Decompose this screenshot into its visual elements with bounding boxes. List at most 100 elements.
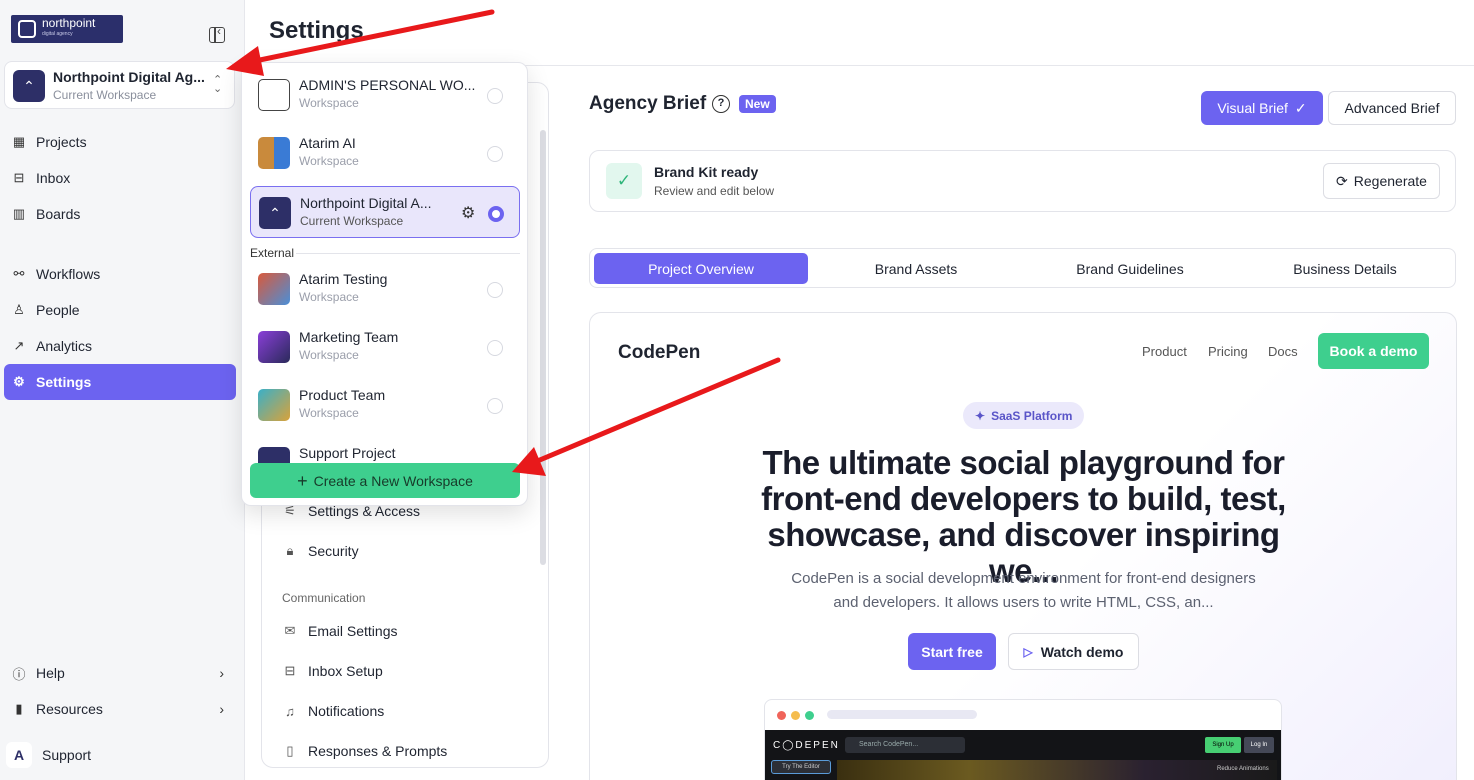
regenerate-label: Regenerate [1353,173,1427,189]
sidebar-item-label: Resources [36,701,103,717]
workspace-radio[interactable] [487,398,503,414]
tab-brand-assets[interactable]: Brand Assets [809,253,1023,284]
northpoint-logo[interactable]: northpoint digital agency [11,15,123,43]
workspace-option[interactable]: Atarim Testing Workspace [250,263,520,315]
sidebar-item-analytics[interactable]: ↗ Analytics [4,328,236,364]
submenu-label: Inbox Setup [308,663,383,679]
sidebar-item-label: Settings [36,374,92,390]
support-logo-icon: A [6,742,32,768]
submenu-section-communication: Communication [282,591,366,605]
workspace-radio[interactable] [488,206,504,222]
submenu-security[interactable]: 🔒︎ Security [282,543,359,559]
workspace-option[interactable]: Atarim AI Workspace [250,127,520,179]
preview-link-product[interactable]: Product [1142,344,1187,359]
advanced-brief-button[interactable]: Advanced Brief [1328,91,1456,125]
workspace-dropdown: ADMIN'S PERSONAL WO... Workspace Atarim … [241,62,528,506]
board-icon: ▥ [12,206,26,221]
chevron-right-icon: › [219,665,224,681]
dropdown-section-external: External [250,246,295,260]
collapse-sidebar-icon[interactable] [209,24,225,43]
regenerate-button[interactable]: ⟳ Regenerate [1323,163,1440,199]
workspace-avatar-image [258,389,290,421]
workspace-option[interactable]: Marketing Team Workspace [250,321,520,373]
workspace-radio[interactable] [487,282,503,298]
codepen-search: Search CodePen... [845,737,965,753]
workspace-avatar-image [258,331,290,363]
submenu-inbox-setup[interactable]: ⊟ Inbox Setup [282,663,383,679]
visual-brief-label: Visual Brief [1217,100,1288,116]
check-icon: ✓ [1294,99,1307,116]
sidebar-item-help[interactable]: ⓘ Help › [4,655,236,691]
submenu-scrollbar[interactable] [540,130,546,565]
create-workspace-button[interactable]: + Create a New Workspace [250,463,520,498]
sidebar-item-workflows[interactable]: ⚯ Workflows [4,256,236,292]
chevron-updown-icon: ⌃ ⌄ [213,74,223,95]
submenu-label: Security [308,543,359,559]
logo-subtext: digital agency [42,31,73,37]
sidebar-item-inbox[interactable]: ⊟ Inbox [4,160,236,196]
preview-link-docs[interactable]: Docs [1268,344,1298,359]
saas-platform-badge: ✦ SaaS Platform [963,402,1085,429]
workspace-switcher[interactable]: ⌃ Northpoint Digital Ag... Current Works… [4,61,235,109]
workspace-option-sub: Workspace [299,348,359,362]
workspace-radio[interactable] [487,146,503,162]
lock-icon: 🔒︎ [286,543,294,558]
workspace-option[interactable]: ADMIN'S PERSONAL WO... Workspace [250,69,520,121]
brief-tabs: Project Overview Brand Assets Brand Guid… [589,248,1456,288]
help-icon[interactable]: ? [712,95,730,113]
workspace-option-selected[interactable]: ⌃ Northpoint Digital A... Current Worksp… [250,186,520,238]
sidebar-item-boards[interactable]: ▥ Boards [4,196,236,232]
codepen-logo: C◯DEPEN [773,740,840,751]
workspace-option-name: Atarim Testing [299,271,388,287]
sidebar-item-support[interactable]: A Support [4,737,236,773]
play-icon: ▷ [1023,644,1033,659]
submenu-notifications[interactable]: ♫ Notifications [282,703,384,719]
create-workspace-label: Create a New Workspace [313,472,473,489]
workspace-option[interactable]: Product Team Workspace [250,379,520,431]
submenu-email-settings[interactable]: ✉ Email Settings [282,623,398,639]
submenu-responses-prompts[interactable]: ▯ Responses & Prompts [282,743,447,759]
watch-demo-label: Watch demo [1040,643,1124,660]
tab-project-overview[interactable]: Project Overview [594,253,808,284]
workspace-avatar-image [258,273,290,305]
codepen-screenshot: C◯DEPEN Search CodePen... Try The Editor… [765,730,1281,780]
workspace-sub: Current Workspace [53,88,157,102]
codepen-hero-glow [837,760,1277,780]
workspace-option-name: Marketing Team [299,329,399,345]
sidebar-item-label: Projects [36,134,87,150]
workspace-option-sub: Workspace [299,290,359,304]
start-free-button[interactable]: Start free [908,633,996,670]
browser-mockup: C◯DEPEN Search CodePen... Try The Editor… [764,699,1282,780]
bookmark-icon: ▯ [286,743,294,758]
plus-icon: + [297,470,308,491]
advanced-brief-label: Advanced Brief [1344,100,1440,116]
workspace-radio[interactable] [487,88,503,104]
workspace-option-sub: Current Workspace [300,214,404,228]
workspace-option-sub: Workspace [299,96,359,110]
sidebar-item-settings[interactable]: ⚙ Settings [4,364,236,400]
workflow-icon: ⚯ [13,266,25,281]
brand-kit-card: ✓ Brand Kit ready Review and edit below … [589,150,1456,212]
visual-brief-button[interactable]: Visual Brief ✓ [1201,91,1323,125]
refresh-icon: ⟳ [1336,172,1348,189]
tab-brand-guidelines[interactable]: Brand Guidelines [1023,253,1237,284]
preview-link-pricing[interactable]: Pricing [1208,344,1248,359]
sidebar-item-label: Boards [36,206,81,222]
watch-demo-button[interactable]: ▷ Watch demo [1008,633,1139,670]
window-dot-red [777,711,786,720]
sidebar-item-people[interactable]: ♙ People [4,292,236,328]
book-demo-button[interactable]: Book a demo [1318,333,1429,369]
laptop-gear-icon [258,79,290,111]
gear-icon[interactable]: ⚙ [461,203,475,223]
inbox-icon: ⊟ [13,170,25,185]
sidebar-item-label: Workflows [36,266,101,282]
analytics-icon: ↗ [13,338,25,353]
submenu-label: Notifications [308,703,385,719]
preview-brand: CodePen [618,342,701,363]
sidebar-item-label: People [36,302,80,318]
sidebar-item-projects[interactable]: ▦ Projects [4,124,236,160]
workspace-radio[interactable] [487,340,503,356]
sidebar-item-resources[interactable]: ▮ Resources › [4,691,236,727]
tab-business-details[interactable]: Business Details [1238,253,1452,284]
bars-icon: ▮ [15,701,23,716]
